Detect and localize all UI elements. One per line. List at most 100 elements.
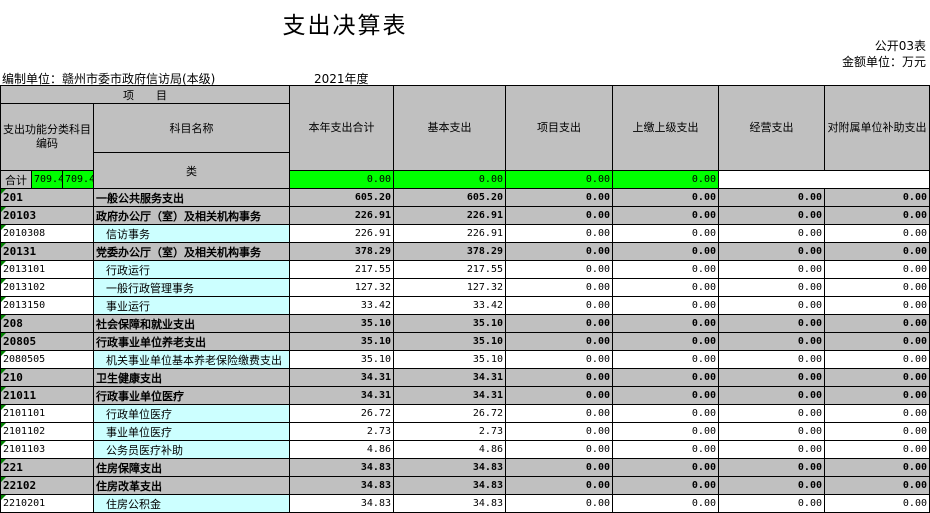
row-value-col-4: 0.00 — [612, 422, 719, 441]
row-value-col-3: 0.00 — [505, 440, 613, 459]
row-value-col-4: 0.00 — [612, 440, 719, 459]
table-row: 201 一般公共服务支出 605.20 605.20 0.00 0.00 0.00 0.00 — [0, 188, 930, 207]
row-value-col-4: 0.00 — [612, 476, 719, 495]
row-value-col-6: 0.00 — [824, 242, 930, 261]
row-value-col-4: 0.00 — [612, 386, 719, 405]
row-value-col-1: 34.83 — [289, 476, 394, 495]
row-value-col-6: 0.00 — [824, 440, 930, 459]
row-value-col-6: 0.00 — [824, 368, 930, 387]
row-value-col-5: 0.00 — [718, 440, 825, 459]
row-value-col-2: 378.29 — [393, 242, 506, 261]
row-value-col-3: 0.00 — [505, 188, 613, 207]
table-row: 2210201 住房公积金 34.83 34.83 0.00 0.00 0.00 0.00 — [0, 494, 930, 513]
row-value-col-1: 34.83 — [289, 458, 394, 477]
row-value-col-2: 226.91 — [393, 224, 506, 243]
row-value-col-5: 0.00 — [718, 404, 825, 423]
row-value-col-2: 33.42 — [393, 296, 506, 315]
row-name: 机关事业单位基本养老保险缴费支出 — [93, 350, 290, 369]
row-name: 党委办公厅（室）及相关机构事务 — [93, 242, 290, 261]
row-value-col-4: 0.00 — [612, 206, 719, 225]
row-value-col-1: 226.91 — [289, 206, 394, 225]
row-value-col-6: 0.00 — [824, 404, 930, 423]
row-name: 住房公积金 — [93, 494, 290, 513]
row-value-col-3: 0.00 — [505, 350, 613, 369]
row-value-col-1: 33.42 — [289, 296, 394, 315]
table-row: 22102 住房改革支出 34.83 34.83 0.00 0.00 0.00 0.00 — [0, 476, 930, 495]
row-code: 208 — [0, 314, 94, 333]
header-col-4: 上缴上级支出 — [612, 85, 719, 171]
row-name: 一般公共服务支出 — [93, 188, 290, 207]
row-value-col-2: 34.83 — [393, 476, 506, 495]
row-value-col-2: 127.32 — [393, 278, 506, 297]
header-col-3: 项目支出 — [505, 85, 613, 171]
row-value-col-5: 0.00 — [718, 350, 825, 369]
row-value-col-2: 4.86 — [393, 440, 506, 459]
row-value-col-5: 0.00 — [718, 422, 825, 441]
row-value-col-3: 0.00 — [505, 422, 613, 441]
row-value-col-3: 0.00 — [505, 332, 613, 351]
row-value-col-2: 34.31 — [393, 386, 506, 405]
header-col-1: 本年支出合计 — [289, 85, 394, 171]
header-col-2: 基本支出 — [393, 85, 506, 171]
row-value-col-6: 0.00 — [824, 422, 930, 441]
row-value-col-2: 35.10 — [393, 350, 506, 369]
row-value-col-6: 0.00 — [824, 386, 930, 405]
row-name: 住房改革支出 — [93, 476, 290, 495]
row-name: 事业运行 — [93, 296, 290, 315]
amount-unit: 金额单位：万元 — [841, 55, 926, 69]
row-value-col-3: 0.00 — [505, 494, 613, 513]
row-code: 210 — [0, 368, 94, 387]
row-value-col-6: 0.00 — [824, 476, 930, 495]
row-code: 2013101 — [0, 260, 94, 279]
row-code: 201 — [0, 188, 94, 207]
row-value-col-3: 0.00 — [505, 206, 613, 225]
row-value-col-1: 127.32 — [289, 278, 394, 297]
table-row: 20131 党委办公厅（室）及相关机构事务 378.29 378.29 0.00 0.00… — [0, 242, 930, 261]
table-row: 20103 政府办公厅（室）及相关机构事务 226.91 226.91 0.00 0.00… — [0, 206, 930, 225]
row-value-col-5: 0.00 — [718, 206, 825, 225]
row-value-col-3: 0.00 — [505, 476, 613, 495]
row-value-col-4: 0.00 — [612, 296, 719, 315]
total-col-6: 0.00 — [612, 170, 719, 189]
row-value-col-2: 34.83 — [393, 458, 506, 477]
row-value-col-6: 0.00 — [824, 350, 930, 369]
row-value-col-5: 0.00 — [718, 458, 825, 477]
table-row: 210 卫生健康支出 34.31 34.31 0.00 0.00 0.00 0.00 — [0, 368, 930, 387]
table-row: 2010308 信访事务 226.91 226.91 0.00 0.00 0.00 0.00 — [0, 224, 930, 243]
row-name: 住房保障支出 — [93, 458, 290, 477]
row-name: 信访事务 — [93, 224, 290, 243]
form-number: 公开03表 — [874, 39, 926, 53]
row-value-col-6: 0.00 — [824, 224, 930, 243]
row-value-col-3: 0.00 — [505, 386, 613, 405]
row-value-col-2: 35.10 — [393, 332, 506, 351]
row-value-col-1: 2.73 — [289, 422, 394, 441]
row-value-col-4: 0.00 — [612, 278, 719, 297]
row-value-col-6: 0.00 — [824, 296, 930, 315]
row-value-col-1: 35.10 — [289, 350, 394, 369]
row-value-col-2: 2.73 — [393, 422, 506, 441]
row-value-col-4: 0.00 — [612, 368, 719, 387]
row-name: 行政单位医疗 — [93, 404, 290, 423]
row-value-col-1: 34.83 — [289, 494, 394, 513]
table-row: 2101101 行政单位医疗 26.72 26.72 0.00 0.00 0.00 0.00 — [0, 404, 930, 423]
row-code: 2210201 — [0, 494, 94, 513]
row-value-col-5: 0.00 — [718, 368, 825, 387]
row-name: 事业单位医疗 — [93, 422, 290, 441]
row-name: 一般行政管理事务 — [93, 278, 290, 297]
row-code: 221 — [0, 458, 94, 477]
row-name: 行政运行 — [93, 260, 290, 279]
table-row: 2013102 一般行政管理事务 127.32 127.32 0.00 0.00 0.00 0… — [0, 278, 930, 297]
total-col-5: 0.00 — [505, 170, 613, 189]
row-value-col-3: 0.00 — [505, 224, 613, 243]
row-value-col-3: 0.00 — [505, 368, 613, 387]
total-col-1: 709.44 — [31, 170, 63, 189]
row-value-col-1: 26.72 — [289, 404, 394, 423]
row-value-col-3: 0.00 — [505, 260, 613, 279]
row-value-col-2: 217.55 — [393, 260, 506, 279]
table-row: 2101102 事业单位医疗 2.73 2.73 0.00 0.00 0.00 0.00 — [0, 422, 930, 441]
row-value-col-5: 0.00 — [718, 224, 825, 243]
row-value-col-3: 0.00 — [505, 278, 613, 297]
row-value-col-1: 34.31 — [289, 386, 394, 405]
row-value-col-5: 0.00 — [718, 260, 825, 279]
row-value-col-2: 34.31 — [393, 368, 506, 387]
